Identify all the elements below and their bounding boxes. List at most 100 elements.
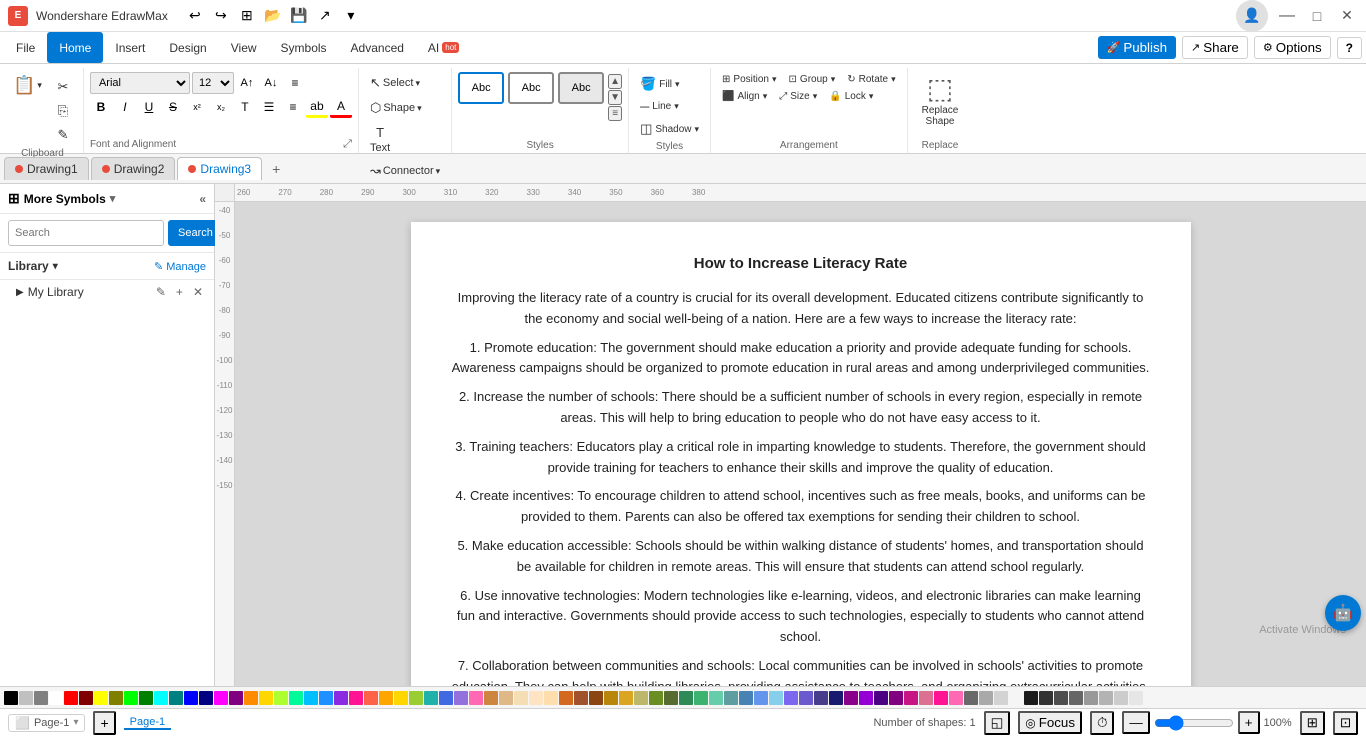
color-swatch[interactable] — [574, 691, 588, 705]
help-button[interactable]: ? — [1337, 37, 1362, 59]
color-swatch[interactable] — [124, 691, 138, 705]
select-button[interactable]: ↖ Select ▾ — [365, 72, 425, 94]
color-swatch[interactable] — [304, 691, 318, 705]
color-swatch[interactable] — [349, 691, 363, 705]
close-button[interactable]: ✕ — [1336, 5, 1358, 27]
color-swatch[interactable] — [244, 691, 258, 705]
format-paint-button[interactable]: ✎ — [49, 124, 77, 146]
color-swatch[interactable] — [694, 691, 708, 705]
grid-button[interactable]: ⊡ — [1333, 711, 1358, 735]
color-swatch[interactable] — [589, 691, 603, 705]
color-swatch[interactable] — [964, 691, 978, 705]
underline-button[interactable]: U — [138, 96, 160, 118]
strikethrough-button[interactable]: S — [162, 96, 184, 118]
color-swatch[interactable] — [154, 691, 168, 705]
replace-shape-button[interactable]: ⬚ ReplaceShape — [914, 68, 967, 131]
color-swatch[interactable] — [919, 691, 933, 705]
color-swatch[interactable] — [289, 691, 303, 705]
sidebar-dropdown-icon[interactable]: ▾ — [110, 192, 116, 205]
color-swatch[interactable] — [664, 691, 678, 705]
zoom-slider[interactable] — [1154, 715, 1234, 731]
menu-item-view[interactable]: View — [219, 32, 269, 63]
my-library-close-button[interactable]: ✕ — [190, 284, 206, 300]
color-swatch[interactable] — [424, 691, 438, 705]
zoom-out-button[interactable]: — — [1122, 711, 1149, 734]
color-swatch[interactable] — [454, 691, 468, 705]
color-swatch[interactable] — [1129, 691, 1143, 705]
color-swatch[interactable] — [139, 691, 153, 705]
style-card-2[interactable]: Abc — [508, 72, 554, 104]
color-swatch[interactable] — [814, 691, 828, 705]
menu-item-home[interactable]: Home — [47, 32, 103, 63]
clear-format-button[interactable]: T — [234, 96, 256, 118]
font-color-button[interactable]: A — [330, 96, 352, 118]
italic-button[interactable]: I — [114, 96, 136, 118]
open-button[interactable]: 📂 — [262, 5, 284, 27]
color-swatch[interactable] — [499, 691, 513, 705]
color-swatch[interactable] — [949, 691, 963, 705]
export-button[interactable]: ↗ — [314, 5, 336, 27]
color-swatch[interactable] — [889, 691, 903, 705]
share-button[interactable]: ↗ Share — [1182, 36, 1248, 59]
color-swatch[interactable] — [94, 691, 108, 705]
color-swatch[interactable] — [844, 691, 858, 705]
color-swatch[interactable] — [34, 691, 48, 705]
color-swatch[interactable] — [514, 691, 528, 705]
library-label[interactable]: Library ▾ — [8, 259, 58, 273]
redo-button[interactable]: ↪ — [210, 5, 232, 27]
fit-page-button[interactable]: ⊞ — [1300, 711, 1325, 735]
color-swatch[interactable] — [4, 691, 18, 705]
color-swatch[interactable] — [199, 691, 213, 705]
my-library-add-button[interactable]: + — [173, 284, 186, 300]
rotate-button[interactable]: ↻Rotate▾ — [842, 72, 900, 87]
color-swatch[interactable] — [1114, 691, 1128, 705]
paragraph-align-button[interactable]: ≡ — [284, 72, 306, 94]
color-swatch[interactable] — [439, 691, 453, 705]
color-swatch[interactable] — [1024, 691, 1038, 705]
color-swatch[interactable] — [1069, 691, 1083, 705]
highlight-button[interactable]: ab — [306, 96, 328, 118]
user-avatar[interactable]: 👤 — [1236, 0, 1268, 32]
color-swatch[interactable] — [769, 691, 783, 705]
color-swatch[interactable] — [49, 691, 63, 705]
color-swatch[interactable] — [604, 691, 618, 705]
styles-more-button[interactable]: ≡ — [608, 106, 622, 121]
ai-assistant-button[interactable]: 🤖 — [1325, 595, 1361, 631]
color-swatch[interactable] — [619, 691, 633, 705]
superscript-button[interactable]: x² — [186, 96, 208, 118]
color-swatch[interactable] — [19, 691, 33, 705]
menu-item-design[interactable]: Design — [157, 32, 218, 63]
tab-drawing3[interactable]: Drawing3 — [177, 157, 262, 180]
bold-button[interactable]: B — [90, 96, 112, 118]
line-button[interactable]: ─ Line ▾ — [635, 97, 704, 116]
color-swatch[interactable] — [649, 691, 663, 705]
color-swatch[interactable] — [679, 691, 693, 705]
cut-button[interactable]: ✂ — [49, 76, 77, 98]
color-swatch[interactable] — [319, 691, 333, 705]
more-button[interactable]: ▾ — [340, 5, 362, 27]
color-swatch[interactable] — [1099, 691, 1113, 705]
group-button[interactable]: ⊡Group▾ — [784, 72, 841, 87]
color-swatch[interactable] — [274, 691, 288, 705]
undo-button[interactable]: ↩ — [184, 5, 206, 27]
color-swatch[interactable] — [829, 691, 843, 705]
color-swatch[interactable] — [724, 691, 738, 705]
options-button[interactable]: ⚙ Options — [1254, 36, 1331, 59]
text-button[interactable]: T Text — [365, 122, 395, 157]
position-button[interactable]: ⊞Position▾ — [717, 72, 782, 87]
minimize-button[interactable]: — — [1276, 5, 1298, 27]
styles-up-button[interactable]: ▲ — [608, 74, 622, 89]
font-grow-button[interactable]: A↑ — [236, 72, 258, 94]
shadow-button[interactable]: ◫ Shadow ▾ — [635, 119, 704, 139]
menu-item-insert[interactable]: Insert — [103, 32, 157, 63]
menu-item-advanced[interactable]: Advanced — [339, 32, 416, 63]
color-swatch[interactable] — [709, 691, 723, 705]
color-swatch[interactable] — [469, 691, 483, 705]
color-swatch[interactable] — [409, 691, 423, 705]
menu-item-ai[interactable]: AI hot — [416, 32, 471, 63]
lock-button[interactable]: 🔒Lock▾ — [824, 89, 878, 104]
canvas[interactable]: How to Increase Literacy Rate Improving … — [235, 202, 1366, 686]
color-swatch[interactable] — [1054, 691, 1068, 705]
color-swatch[interactable] — [1084, 691, 1098, 705]
color-swatch[interactable] — [334, 691, 348, 705]
